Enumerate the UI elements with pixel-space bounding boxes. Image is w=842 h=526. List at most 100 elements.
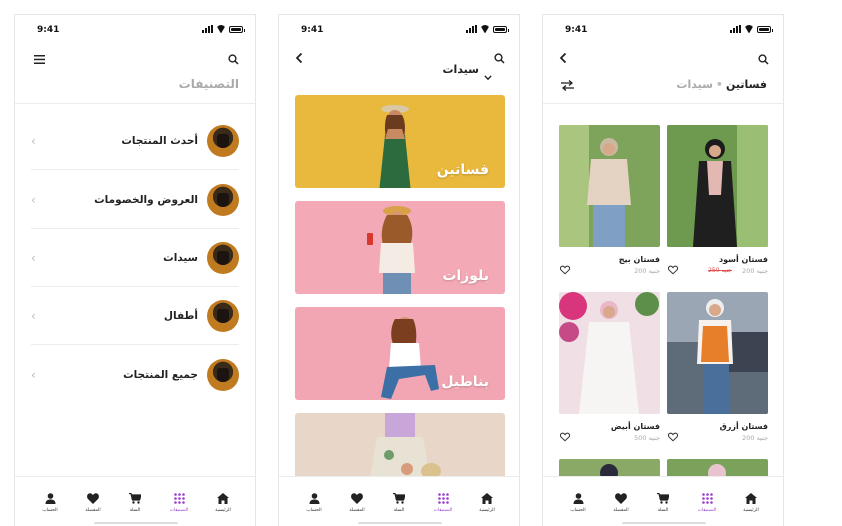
nav-cart[interactable]: السلة — [645, 491, 681, 513]
product-card[interactable]: فستان أزرق 200 جنيه — [667, 292, 768, 442]
banner-blouses[interactable]: بلوزات — [295, 201, 505, 294]
category-avatar — [207, 241, 239, 274]
category-avatar — [207, 359, 239, 391]
nav-favorites[interactable]: المفضلة — [75, 491, 111, 513]
category-item-offers[interactable]: ‹ العروض والخصومات — [31, 171, 239, 229]
product-old-price: 250 جنيه — [708, 267, 732, 274]
category-item-newest[interactable]: ‹ أحدث المنتجات — [31, 112, 239, 170]
chevron-left-icon: ‹ — [31, 134, 36, 148]
bottom-nav: الرئيسية التصنيفات السلة المفضلة الحساب — [543, 476, 783, 526]
status-time: 9:41 — [565, 25, 588, 35]
grid-icon — [700, 491, 714, 505]
nav-home-label: الرئيسية — [479, 508, 495, 513]
bottom-nav: الرئيسية التصنيفات السلة المفضلة الحساب — [279, 476, 519, 526]
nav-favorites-label: المفضلة — [85, 508, 101, 513]
nav-cart[interactable]: السلة — [381, 491, 417, 513]
product-image — [667, 125, 768, 247]
heart-icon[interactable] — [668, 432, 678, 442]
category-item-kids[interactable]: ‹ أطفال — [31, 287, 239, 345]
nav-favorites[interactable]: المفضلة — [603, 491, 639, 513]
banner-pants[interactable]: بناطيل — [295, 307, 505, 400]
nav-categories-label: التصنيفات — [433, 508, 453, 513]
filter-icon[interactable] — [559, 77, 575, 93]
nav-categories[interactable]: التصنيفات — [689, 491, 725, 513]
back-button[interactable] — [555, 50, 571, 66]
category-avatar — [207, 183, 239, 216]
bottom-nav: الرئيسية التصنيفات السلة المفضلة الحساب — [15, 476, 255, 526]
banner-label: بلوزات — [442, 268, 489, 284]
category-label: العروض والخصومات — [94, 193, 198, 206]
product-card[interactable]: فستان بيج 200 جنيه — [559, 125, 660, 275]
signal-icon — [202, 25, 213, 33]
products-screen: 9:41 فساتين•سيدات فستان أسود 200 جنيه 25… — [542, 14, 784, 526]
chevron-down-icon[interactable] — [484, 66, 492, 85]
header-divider — [15, 103, 255, 104]
category-avatar — [207, 124, 239, 157]
battery-icon — [493, 25, 509, 33]
user-icon — [43, 491, 57, 505]
product-card[interactable]: فستان أبيض 500 جنيه — [559, 292, 660, 442]
search-icon[interactable] — [491, 50, 507, 66]
nav-cart-label: السلة — [657, 508, 669, 513]
product-name: فستان أسود — [719, 255, 768, 264]
user-icon — [307, 491, 321, 505]
product-price: 200 جنيه — [742, 267, 768, 275]
cart-icon — [128, 491, 142, 505]
category-item-all[interactable]: ‹ جميع المنتجات — [31, 346, 239, 404]
breadcrumb-parent[interactable]: سيدات — [676, 78, 713, 91]
heart-icon[interactable] — [668, 265, 678, 275]
subcategories-screen: 9:41 سيدات فساتين بلوزات بناطيل الرئيسية… — [278, 14, 520, 526]
nav-home[interactable]: الرئيسية — [469, 491, 505, 513]
nav-cart-label: السلة — [393, 508, 405, 513]
product-image — [667, 292, 768, 414]
categories-screen: 9:41 التصنيفات ‹ أحدث المنتجات ‹ العروض … — [14, 14, 256, 526]
category-item-women[interactable]: ‹ سيدات — [31, 229, 239, 287]
nav-categories[interactable]: التصنيفات — [425, 491, 461, 513]
page-title[interactable]: سيدات — [443, 63, 480, 76]
home-icon — [744, 491, 758, 505]
heart-icon[interactable] — [560, 432, 570, 442]
category-label: أحدث المنتجات — [121, 134, 198, 147]
nav-categories[interactable]: التصنيفات — [161, 491, 197, 513]
grid-icon — [436, 491, 450, 505]
wifi-icon — [216, 25, 226, 33]
banner-label: بناطيل — [441, 374, 489, 390]
nav-favorites[interactable]: المفضلة — [339, 491, 375, 513]
nav-account[interactable]: الحساب — [32, 491, 68, 513]
product-card[interactable]: فستان أسود 200 جنيه 250 جنيه — [667, 125, 768, 275]
nav-home[interactable]: الرئيسية — [733, 491, 769, 513]
menu-icon[interactable] — [31, 51, 47, 67]
cart-icon — [656, 491, 670, 505]
nav-home-label: الرئيسية — [743, 508, 759, 513]
product-image — [559, 292, 660, 414]
nav-account[interactable]: الحساب — [560, 491, 596, 513]
grid-icon — [172, 491, 186, 505]
nav-favorites-label: المفضلة — [349, 508, 365, 513]
heart-icon[interactable] — [560, 265, 570, 275]
search-icon[interactable] — [755, 51, 771, 67]
nav-account[interactable]: الحساب — [296, 491, 332, 513]
product-name: فستان أزرق — [719, 422, 768, 431]
product-name: فستان بيج — [618, 255, 660, 264]
breadcrumb: فساتين•سيدات — [676, 78, 767, 91]
status-icons — [466, 25, 509, 33]
nav-cart[interactable]: السلة — [117, 491, 153, 513]
nav-cart-label: السلة — [129, 508, 141, 513]
nav-account-label: الحساب — [306, 508, 322, 513]
nav-categories-label: التصنيفات — [697, 508, 717, 513]
app-screens-canvas: 9:41 التصنيفات ‹ أحدث المنتجات ‹ العروض … — [0, 0, 842, 526]
back-button[interactable] — [291, 50, 307, 66]
banner-dresses[interactable]: فساتين — [295, 95, 505, 188]
cart-icon — [392, 491, 406, 505]
status-time: 9:41 — [37, 25, 60, 35]
search-icon[interactable] — [225, 51, 241, 67]
chevron-left-icon: ‹ — [31, 251, 36, 265]
nav-categories-label: التصنيفات — [169, 508, 189, 513]
product-price: 200 جنيه — [742, 434, 768, 442]
wifi-icon — [480, 25, 490, 33]
nav-home[interactable]: الرئيسية — [205, 491, 241, 513]
chevron-left-icon: ‹ — [31, 309, 36, 323]
product-price: 200 جنيه — [634, 267, 660, 275]
product-price: 500 جنيه — [634, 434, 660, 442]
home-icon — [216, 491, 230, 505]
